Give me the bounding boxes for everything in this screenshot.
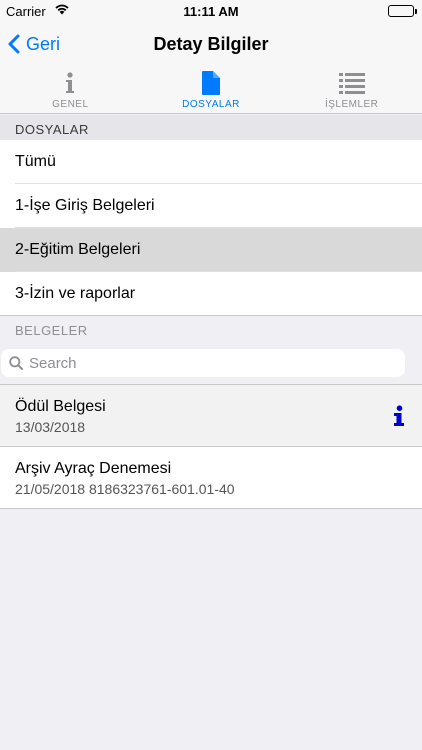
- folder-list: Tümü 1-İşe Giriş Belgeleri 2-Eğitim Belg…: [0, 140, 422, 316]
- folder-item-ise-giris[interactable]: 1-İşe Giriş Belgeleri: [0, 184, 422, 228]
- folder-item-tumu[interactable]: Tümü: [0, 140, 422, 184]
- folders-section-header: DOSYALAR: [0, 115, 422, 143]
- document-title: Ödül Belgesi: [15, 397, 106, 415]
- document-item[interactable]: Ödül Belgesi 13/03/2018: [0, 385, 422, 447]
- folder-item-label: 3-İzin ve raporlar: [15, 285, 136, 302]
- status-time: 11:11 AM: [183, 4, 239, 19]
- list-icon: [338, 70, 365, 96]
- folder-item-egitim[interactable]: 2-Eğitim Belgeleri: [0, 228, 422, 272]
- tab-genel-label: GENEL: [52, 99, 89, 110]
- search-bar: [1, 349, 405, 377]
- document-icon: [201, 70, 221, 96]
- info-icon: [65, 70, 75, 96]
- folder-item-izin-raporlar[interactable]: 3-İzin ve raporlar: [0, 272, 422, 316]
- tab-bar: GENEL DOSYALAR İŞLEMLER: [0, 66, 422, 114]
- document-title: Arşiv Ayraç Denemesi: [15, 459, 172, 477]
- documents-section-header: BELGELER: [15, 322, 88, 338]
- document-item[interactable]: Arşiv Ayraç Denemesi 21/05/2018 81863237…: [0, 447, 422, 509]
- info-icon[interactable]: [392, 405, 406, 427]
- tab-dosyalar[interactable]: DOSYALAR: [141, 66, 282, 113]
- battery-icon: [388, 5, 417, 17]
- page-title: Detay Bilgiler: [153, 34, 269, 54]
- tab-dosyalar-label: DOSYALAR: [182, 99, 240, 110]
- document-subtitle: 21/05/2018 8186323761-601.01-40: [15, 480, 235, 497]
- folder-item-label: 1-İşe Giriş Belgeleri: [15, 197, 155, 214]
- folder-item-label: 2-Eğitim Belgeleri: [15, 241, 141, 258]
- search-input[interactable]: [29, 354, 389, 372]
- folder-item-label: Tümü: [15, 153, 56, 170]
- tab-islemler[interactable]: İŞLEMLER: [281, 66, 422, 113]
- tab-genel[interactable]: GENEL: [0, 66, 141, 113]
- search-icon: [9, 356, 23, 370]
- status-bar: Carrier 11:11 AM: [0, 0, 422, 22]
- tab-islemler-label: İŞLEMLER: [324, 99, 379, 110]
- document-list: Ödül Belgesi 13/03/2018 Arşiv Ayraç Dene…: [0, 384, 422, 509]
- document-subtitle: 13/03/2018: [15, 418, 86, 435]
- navigation-bar: Geri Detay Bilgiler: [0, 22, 422, 66]
